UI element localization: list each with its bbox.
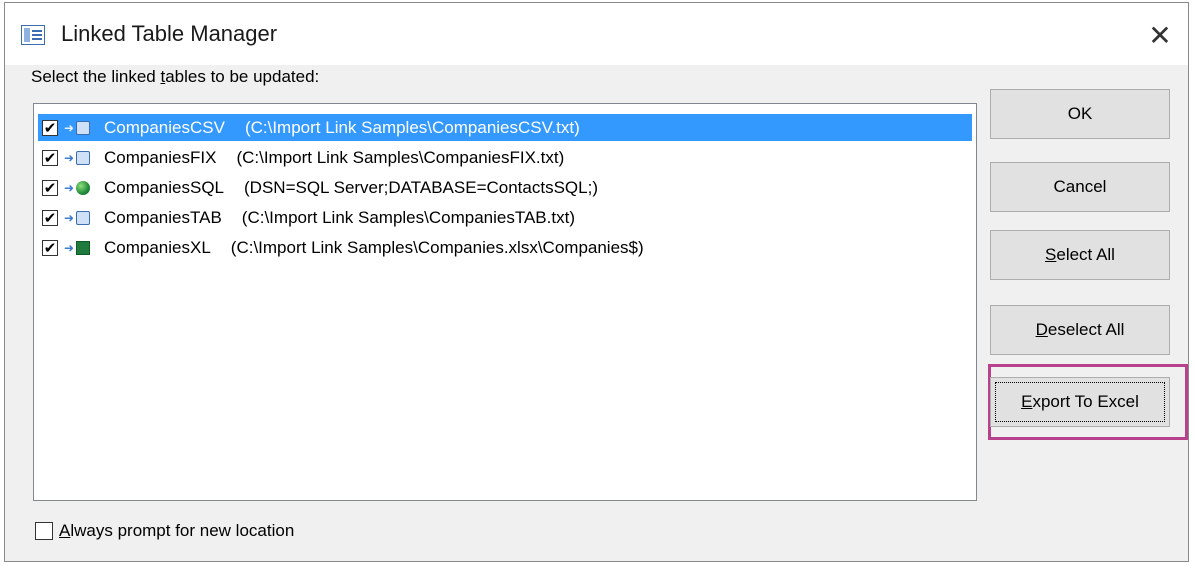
table-name: CompaniesSQL — [104, 177, 225, 197]
list-item[interactable]: ✔ ➜ CompaniesXL (C:\Import Link Samples\… — [38, 234, 644, 261]
always-prompt-option[interactable]: Always prompt for new location — [35, 521, 294, 541]
title-bar: Linked Table Manager ✕ — [5, 3, 1188, 65]
ok-button[interactable]: OK — [990, 89, 1170, 139]
always-prompt-checkbox[interactable] — [35, 522, 53, 540]
deselect-all-button[interactable]: Deselect All — [990, 305, 1170, 355]
table-checkbox[interactable]: ✔ — [42, 119, 58, 136]
table-name: CompaniesCSV — [104, 117, 225, 137]
table-checkbox[interactable]: ✔ — [42, 239, 58, 256]
table-path: (DSN=SQL Server;DATABASE=ContactsSQL;) — [244, 177, 598, 197]
table-path: (C:\Import Link Samples\CompaniesCSV.txt… — [244, 117, 580, 137]
table-path: (C:\Import Link Samples\Companies.xlsx\C… — [230, 237, 644, 257]
table-name: CompaniesTAB — [104, 207, 222, 227]
table-name: CompaniesXL — [104, 237, 211, 257]
odbc-globe-icon — [76, 180, 91, 195]
excel-icon — [76, 240, 91, 255]
text-file-icon — [76, 120, 91, 135]
always-prompt-label: Always prompt for new location — [59, 521, 295, 540]
linked-table-icon: ➜ — [64, 240, 98, 255]
list-item[interactable]: ✔ ➜ CompaniesFIX (C:\Import Link Samples… — [38, 144, 564, 171]
text-file-icon — [76, 210, 91, 225]
linked-table-manager-dialog: Linked Table Manager ✕ Select the linked… — [4, 2, 1189, 562]
linked-tables-list[interactable]: ✔ ➜ CompaniesCSV (C:\Import Link Samples… — [33, 103, 977, 501]
table-path: (C:\Import Link Samples\CompaniesTAB.txt… — [241, 207, 575, 227]
table-name: CompaniesFIX — [104, 147, 217, 167]
linked-table-icon: ➜ — [64, 150, 98, 165]
export-to-excel-button[interactable]: Export To Excel — [990, 377, 1170, 427]
table-path: (C:\Import Link Samples\CompaniesFIX.txt… — [236, 147, 565, 167]
close-button[interactable]: ✕ — [1140, 15, 1180, 55]
close-icon: ✕ — [1148, 19, 1172, 51]
list-item[interactable]: ✔ ➜ CompaniesSQL (DSN=SQL Server;DATABAS… — [38, 174, 598, 201]
window-title: Linked Table Manager — [61, 21, 278, 46]
table-checkbox[interactable]: ✔ — [42, 149, 58, 166]
list-item[interactable]: ✔ ➜ CompaniesCSV (C:\Import Link Samples… — [38, 114, 972, 141]
cancel-button[interactable]: Cancel — [990, 162, 1170, 212]
linked-table-icon: ➜ — [64, 210, 98, 225]
select-all-button[interactable]: Select All — [990, 230, 1170, 280]
linked-table-icon: ➜ — [64, 120, 98, 135]
list-item[interactable]: ✔ ➜ CompaniesTAB (C:\Import Link Samples… — [38, 204, 575, 231]
table-checkbox[interactable]: ✔ — [42, 179, 58, 196]
text-file-icon — [76, 150, 91, 165]
table-checkbox[interactable]: ✔ — [42, 209, 58, 226]
linked-table-manager-icon — [21, 25, 45, 45]
linked-table-icon: ➜ — [64, 180, 98, 195]
instruction-label: Select the linked tables to be updated: — [31, 67, 320, 86]
